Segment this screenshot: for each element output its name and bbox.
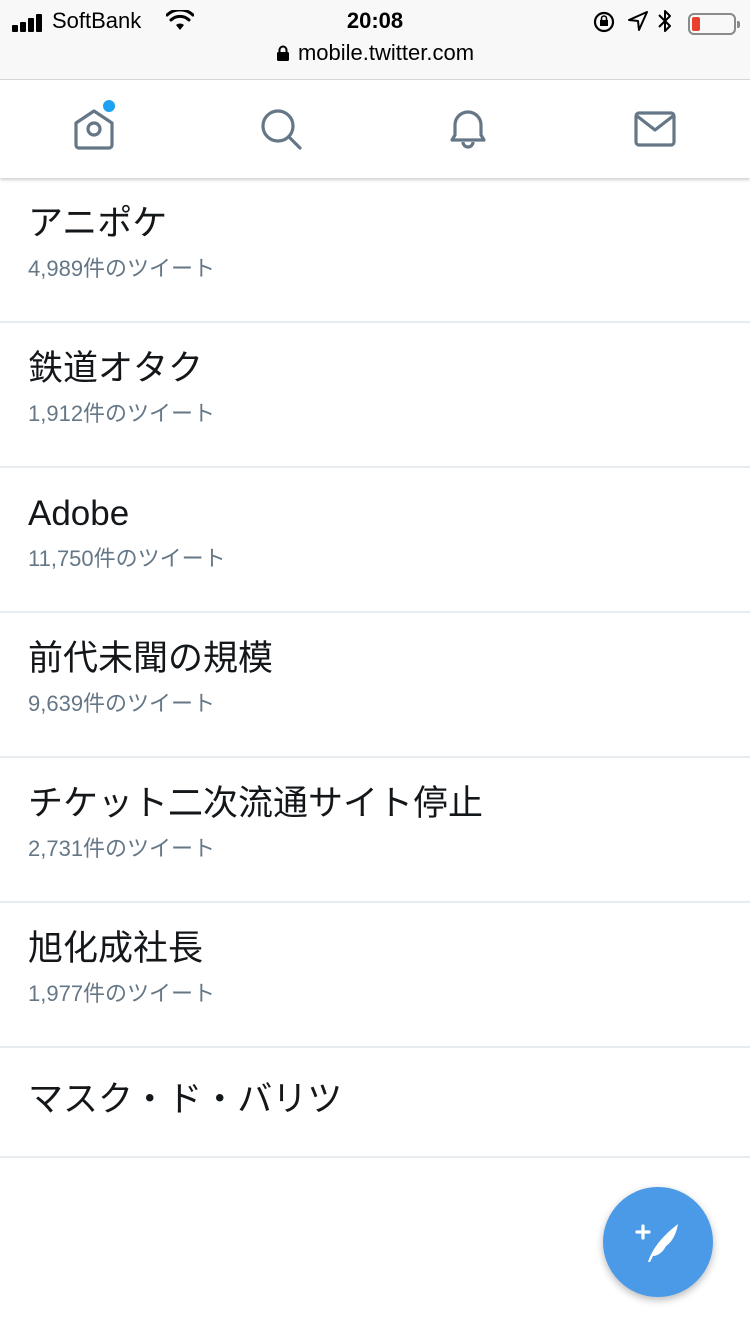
trend-item[interactable]: Adobe 11,750件のツイート (0, 468, 750, 613)
trend-item[interactable]: 旭化成社長 1,977件のツイート (0, 903, 750, 1048)
trend-tweet-count: 11,750件のツイート (28, 546, 226, 571)
trend-title: 旭化成社長 (28, 929, 204, 969)
trend-item[interactable]: 前代未聞の規模 9,639件のツイート (0, 613, 750, 758)
compose-tweet-icon (635, 1224, 678, 1262)
trend-tweet-count: 9,639件のツイート (28, 691, 216, 716)
trend-title: アニポケ (28, 204, 168, 244)
battery-level (692, 17, 700, 31)
orientation-lock-icon (593, 11, 615, 33)
nav-search[interactable] (187, 80, 374, 178)
trend-tweet-count: 4,989件のツイート (28, 256, 216, 281)
trend-tweet-count: 2,731件のツイート (28, 836, 216, 861)
mail-icon (633, 111, 676, 147)
trend-title: マスク・ド・バリツ (28, 1080, 343, 1120)
trend-title: Adobe (28, 494, 130, 533)
trend-title: 前代未聞の規模 (28, 639, 274, 679)
battery-icon (688, 13, 740, 35)
bluetooth-icon (658, 10, 671, 32)
trend-item[interactable]: 鉄道オタク 1,912件のツイート (0, 323, 750, 468)
compose-tweet-button[interactable] (603, 1187, 713, 1297)
trend-item[interactable]: アニポケ 4,989件のツイート (0, 178, 750, 323)
top-navigation (0, 80, 750, 178)
notification-dot (103, 100, 115, 112)
nav-messages[interactable] (561, 80, 748, 178)
trend-tweet-count: 1,912件のツイート (28, 401, 216, 426)
lock-icon (276, 45, 289, 61)
nav-home[interactable] (0, 80, 187, 178)
home-icon (73, 109, 114, 150)
search-icon (260, 109, 302, 150)
trends-list: アニポケ 4,989件のツイート 鉄道オタク 1,912件のツイート Adobe… (0, 178, 750, 1158)
status-bar: SoftBank 20:08 mobile.twitter.com (0, 0, 750, 80)
trend-item[interactable]: マスク・ド・バリツ (0, 1048, 750, 1158)
trend-item[interactable]: チケット二次流通サイト停止 2,731件のツイート (0, 758, 750, 903)
url-text: mobile.twitter.com (297, 40, 475, 65)
trend-tweet-count: 1,977件のツイート (28, 981, 216, 1006)
status-row: SoftBank 20:08 (0, 4, 750, 38)
url-bar[interactable]: mobile.twitter.com (0, 40, 750, 70)
trend-title: 鉄道オタク (28, 349, 204, 389)
bell-icon (449, 110, 486, 149)
nav-notifications[interactable] (374, 80, 561, 178)
trend-title: チケット二次流通サイト停止 (28, 784, 484, 824)
location-arrow-icon (628, 11, 648, 31)
